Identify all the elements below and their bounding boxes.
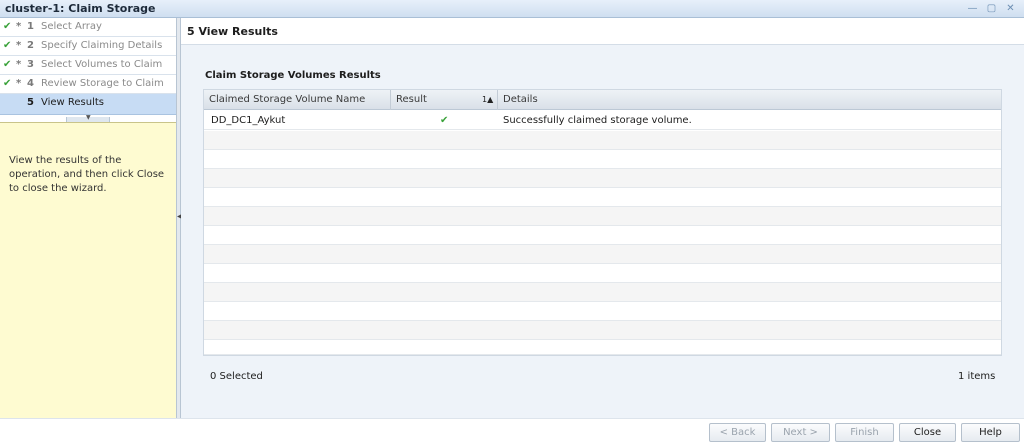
- close-window-icon[interactable]: ✕: [1005, 3, 1016, 14]
- step-number: 3: [27, 59, 34, 70]
- step-specify-claiming-details[interactable]: ✔ * 2 Specify Claiming Details: [0, 37, 176, 56]
- step-number: 2: [27, 40, 34, 51]
- step-label: Specify Claiming Details: [41, 40, 163, 51]
- empty-table-row: [204, 131, 1001, 150]
- empty-table-row: [204, 150, 1001, 169]
- required-marker: *: [16, 78, 22, 89]
- empty-table-row: [204, 340, 1001, 355]
- back-button[interactable]: < Back: [709, 423, 766, 442]
- step-review-storage[interactable]: ✔ * 4 Review Storage to Claim: [0, 75, 176, 94]
- chevron-down-icon: ▼: [86, 114, 91, 121]
- empty-table-row: [204, 226, 1001, 245]
- step-label: Select Array: [41, 21, 102, 32]
- checkmark-icon: ✔: [3, 59, 12, 70]
- checkmark-icon: ✔: [3, 21, 12, 32]
- empty-table-row: [204, 283, 1001, 302]
- step-label: Review Storage to Claim: [41, 78, 164, 89]
- column-header-details[interactable]: Details: [498, 90, 1001, 110]
- claim-storage-wizard-window: cluster-1: Claim Storage — ▢ ✕ ✔ * 1 Sel…: [0, 0, 1024, 443]
- items-count: 1 items: [958, 371, 996, 382]
- checkmark-icon: ✔: [3, 78, 12, 89]
- step-select-array[interactable]: ✔ * 1 Select Array: [0, 18, 176, 37]
- help-panel: View the results of the operation, and t…: [0, 122, 176, 418]
- details-cell: Successfully claimed storage volume.: [503, 115, 692, 126]
- next-button[interactable]: Next >: [771, 423, 830, 442]
- window-title: cluster-1: Claim Storage: [5, 2, 156, 15]
- minimize-icon[interactable]: —: [967, 3, 978, 14]
- column-header-volume-name[interactable]: Claimed Storage Volume Name: [204, 90, 391, 110]
- table-row[interactable]: DD_DC1_Aykut ✔ Successfully claimed stor…: [204, 111, 1001, 130]
- step-select-volumes[interactable]: ✔ * 3 Select Volumes to Claim: [0, 56, 176, 75]
- success-check-icon: ✔: [440, 115, 449, 126]
- required-marker: *: [16, 21, 22, 32]
- required-marker: *: [16, 59, 22, 70]
- table-header: Claimed Storage Volume Name Result 1▲ De…: [204, 90, 1001, 110]
- empty-table-row: [204, 245, 1001, 264]
- maximize-icon[interactable]: ▢: [986, 3, 997, 14]
- required-marker: *: [16, 40, 22, 51]
- help-text: View the results of the operation, and t…: [9, 155, 165, 194]
- main-header: 5 View Results: [181, 18, 1024, 45]
- step-number: 5: [27, 97, 34, 108]
- finish-button[interactable]: Finish: [835, 423, 894, 442]
- section-title: Claim Storage Volumes Results: [205, 70, 381, 81]
- volume-name-cell: DD_DC1_Aykut: [211, 115, 286, 126]
- step-view-results[interactable]: 5 View Results: [0, 94, 176, 115]
- empty-table-row: [204, 207, 1001, 226]
- close-button[interactable]: Close: [899, 423, 956, 442]
- wizard-steps: ✔ * 1 Select Array ✔ * 2 Specify Claimin…: [0, 18, 176, 116]
- empty-table-row: [204, 169, 1001, 188]
- step-label: Select Volumes to Claim: [41, 59, 163, 70]
- selected-count: 0 Selected: [210, 371, 263, 382]
- empty-table-row: [204, 321, 1001, 340]
- sort-ascending-icon: 1▲: [482, 95, 494, 104]
- wizard-button-bar: < Back Next > Finish Close Help: [0, 418, 1024, 443]
- checkmark-icon: ✔: [3, 40, 12, 51]
- step-label: View Results: [41, 97, 105, 108]
- results-table: Claimed Storage Volume Name Result 1▲ De…: [203, 89, 1002, 356]
- step-number: 4: [27, 78, 34, 89]
- empty-table-row: [204, 264, 1001, 283]
- empty-table-row: [204, 302, 1001, 321]
- step-number: 1: [27, 21, 34, 32]
- help-button[interactable]: Help: [961, 423, 1020, 442]
- page-title: 5 View Results: [187, 25, 278, 38]
- empty-table-row: [204, 188, 1001, 207]
- title-bar: cluster-1: Claim Storage — ▢ ✕: [0, 0, 1024, 18]
- main-panel: 5 View Results Claim Storage Volumes Res…: [181, 18, 1024, 418]
